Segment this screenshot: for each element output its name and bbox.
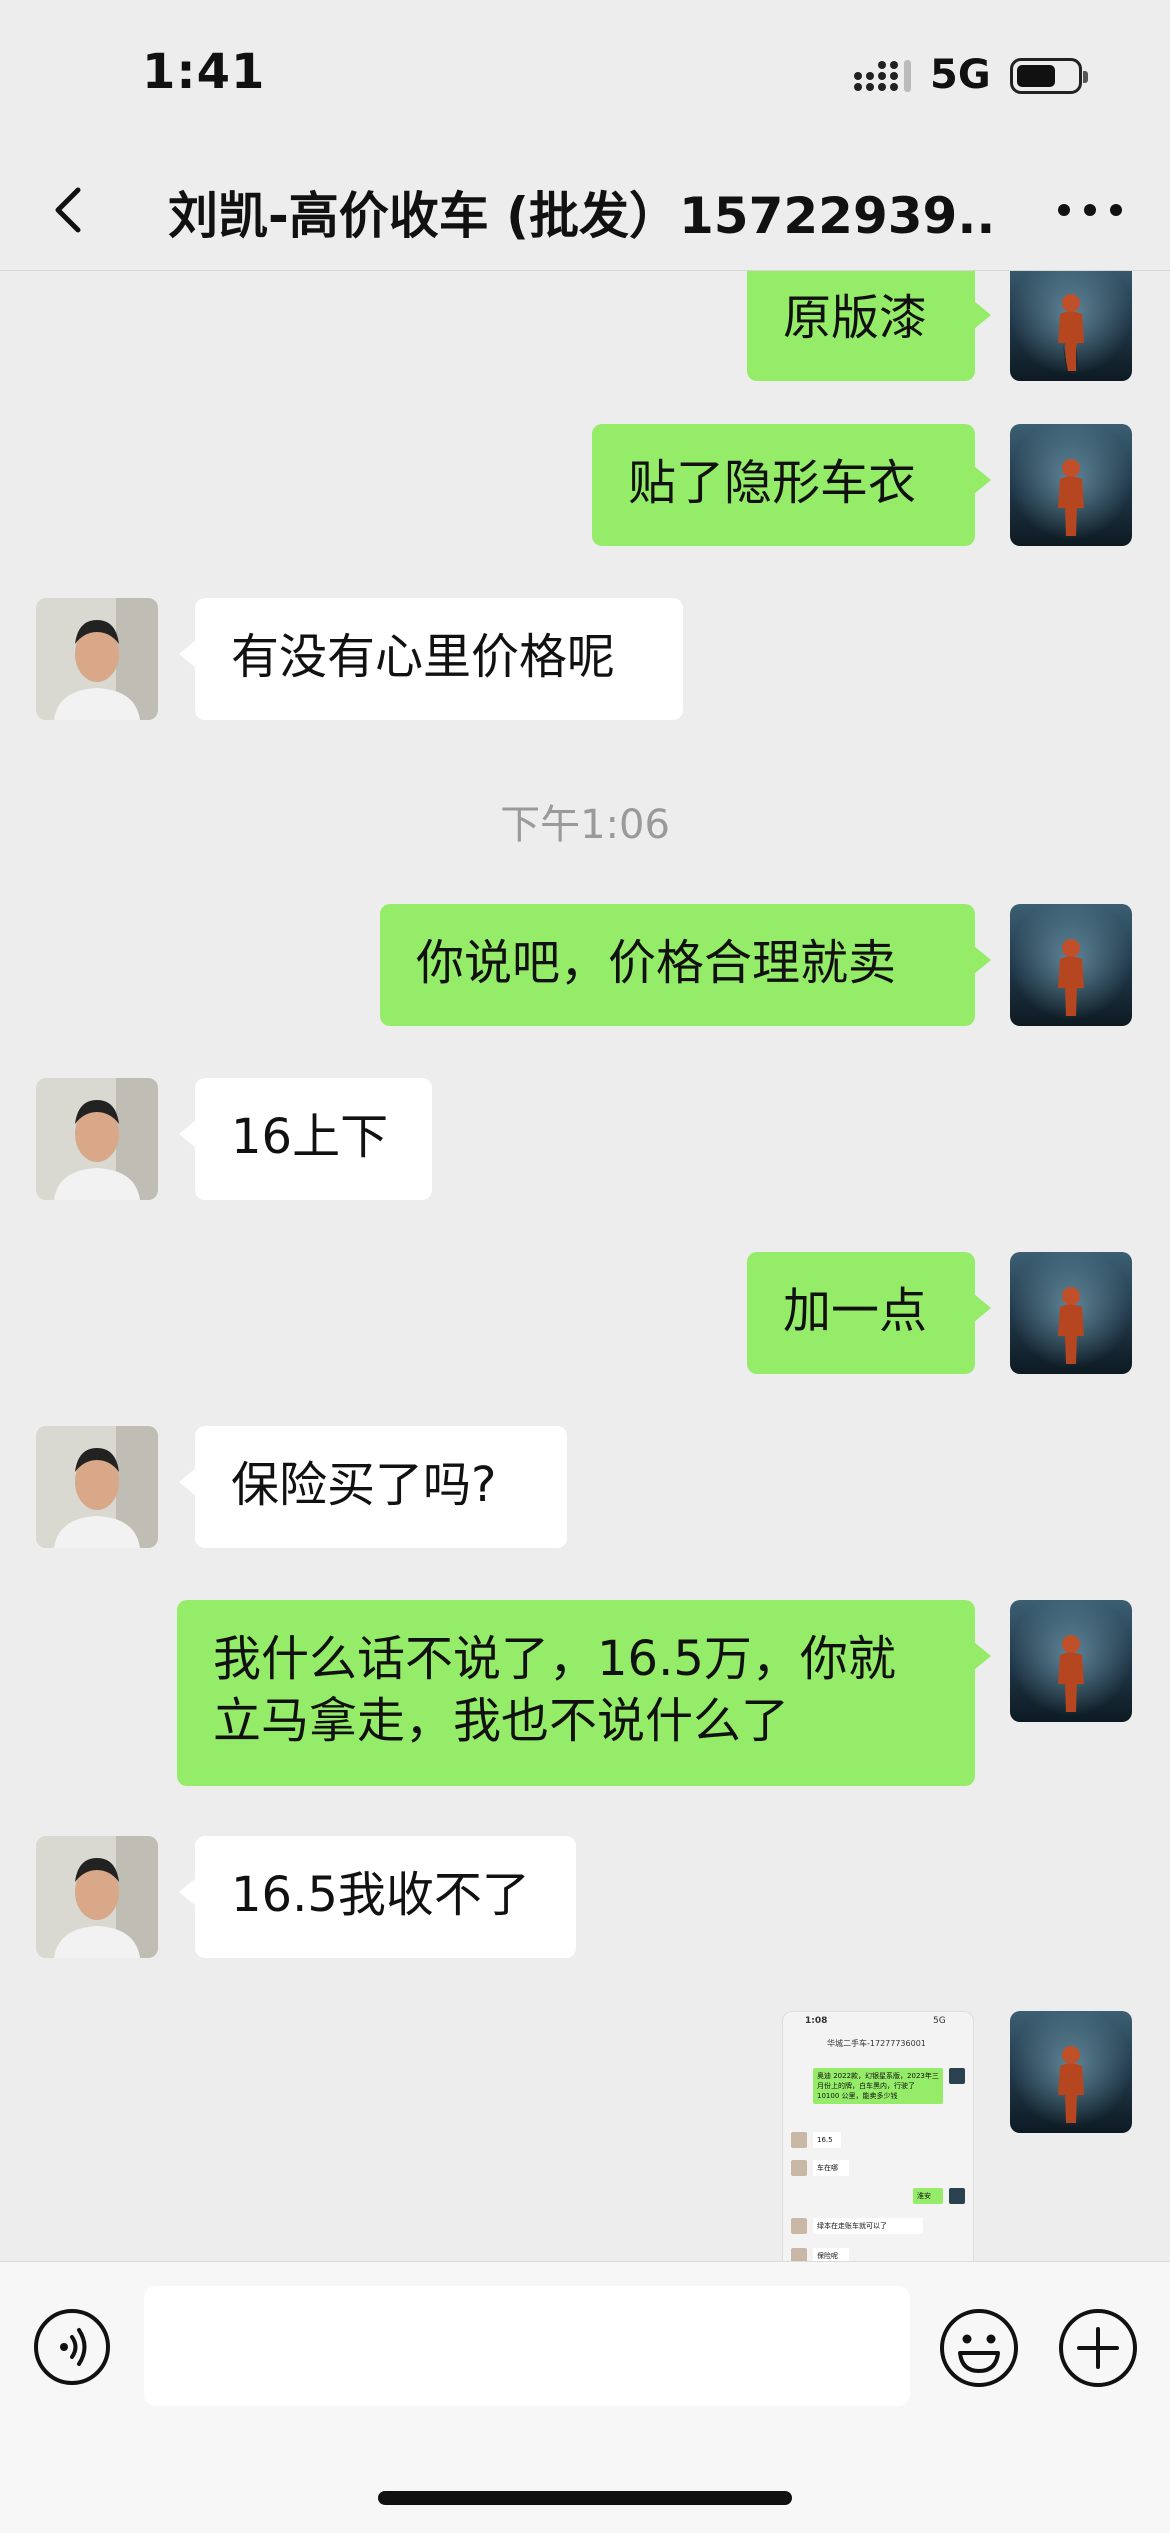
message-text: 你说吧，价格合理就卖 [416,935,897,991]
home-indicator[interactable] [378,2491,792,2505]
avatar-self[interactable] [1010,271,1132,381]
avatar-contact[interactable] [36,1078,158,1200]
avatar-contact[interactable] [36,1426,158,1548]
message-text: 我什么话不说了，16.5万，你就立马拿走，我也不说什么了 [213,1631,896,1749]
chat-header: 刘凯-高价收车 (批发）15722939... [0,150,1170,271]
message-text: 加一点 [783,1283,928,1339]
avatar-self[interactable] [1010,1600,1132,1722]
message-bubble-sent[interactable]: 你说吧，价格合理就卖 [380,904,991,1026]
message-text: 16.5我收不了 [231,1867,530,1923]
chat-title: 刘凯-高价收车 (批发）15722939... [168,187,998,245]
message-bubble-received[interactable]: 16.5我收不了 [179,1836,576,1958]
message-bubble-received[interactable]: 有没有心里价格呢 [179,598,683,720]
avatar-contact[interactable] [36,1836,158,1958]
thumb-avatar [949,2068,965,2084]
message-text: 16上下 [231,1109,389,1165]
more-dots-icon[interactable] [1050,180,1130,240]
thumb-message: 车在哪 [813,2160,849,2176]
message-text: 贴了隐形车衣 [628,455,917,511]
battery-icon [1010,58,1088,94]
thumb-network: 5G [933,2016,946,2026]
message-bubble-received[interactable]: 保险买了吗? [179,1426,567,1548]
network-label: 5G [930,52,991,98]
thumb-avatar [791,2218,807,2234]
thumb-message: 绿本在走账车就可以了 [813,2218,923,2234]
thumb-avatar [949,2188,965,2204]
battery-level [1017,65,1055,87]
thumb-avatar [791,2132,807,2148]
avatar-self[interactable] [1010,2011,1132,2133]
thumb-avatar [791,2160,807,2176]
input-bar [0,2261,1170,2533]
signal-icon [854,60,911,92]
message-bubble-sent[interactable]: 原版漆 [747,271,991,381]
message-text: 原版漆 [783,290,928,346]
thumb-title: 华城二手车-17277736001 [827,2039,926,2048]
message-bubble-sent[interactable]: 加一点 [747,1252,991,1374]
plus-icon[interactable] [1057,2307,1139,2389]
status-bar: 1:41 5G [0,0,1170,150]
message-input[interactable] [144,2286,910,2406]
message-list[interactable]: 原版漆 贴了隐形车衣 有没有心里价格呢 下午1:06 你说吧，价格合理就卖 16… [0,271,1170,2261]
thumb-message: 淮安 [913,2188,943,2204]
avatar-contact[interactable] [36,598,158,720]
message-bubble-sent[interactable]: 我什么话不说了，16.5万，你就立马拿走，我也不说什么了 [177,1600,991,1786]
avatar-self[interactable] [1010,1252,1132,1374]
thumb-message: 奥迪 2022款，幻银星系版，2023年三月份上的牌，白车黑内，行驶了 1010… [813,2068,943,2104]
timestamp: 下午1:06 [500,802,670,848]
avatar-self[interactable] [1010,904,1132,1026]
thumb-message: 16.5 [813,2132,841,2148]
thumb-message: 保险呢 [813,2248,849,2261]
message-bubble-sent[interactable]: 贴了隐形车衣 [592,424,991,546]
message-bubble-received[interactable]: 16上下 [179,1078,432,1200]
thumb-time: 1:08 [805,2016,828,2026]
image-message-screenshot[interactable]: 1:08 5G 华城二手车-17277736001 奥迪 2022款，幻银星系版… [782,2011,974,2261]
thumb-avatar [791,2248,807,2261]
avatar-self[interactable] [1010,424,1132,546]
emoji-icon[interactable] [938,2307,1020,2389]
voice-icon[interactable] [32,2307,112,2387]
chevron-left-icon[interactable] [40,180,100,240]
message-text: 保险买了吗? [231,1457,497,1513]
status-time: 1:41 [142,44,266,100]
message-text: 有没有心里价格呢 [231,629,616,685]
